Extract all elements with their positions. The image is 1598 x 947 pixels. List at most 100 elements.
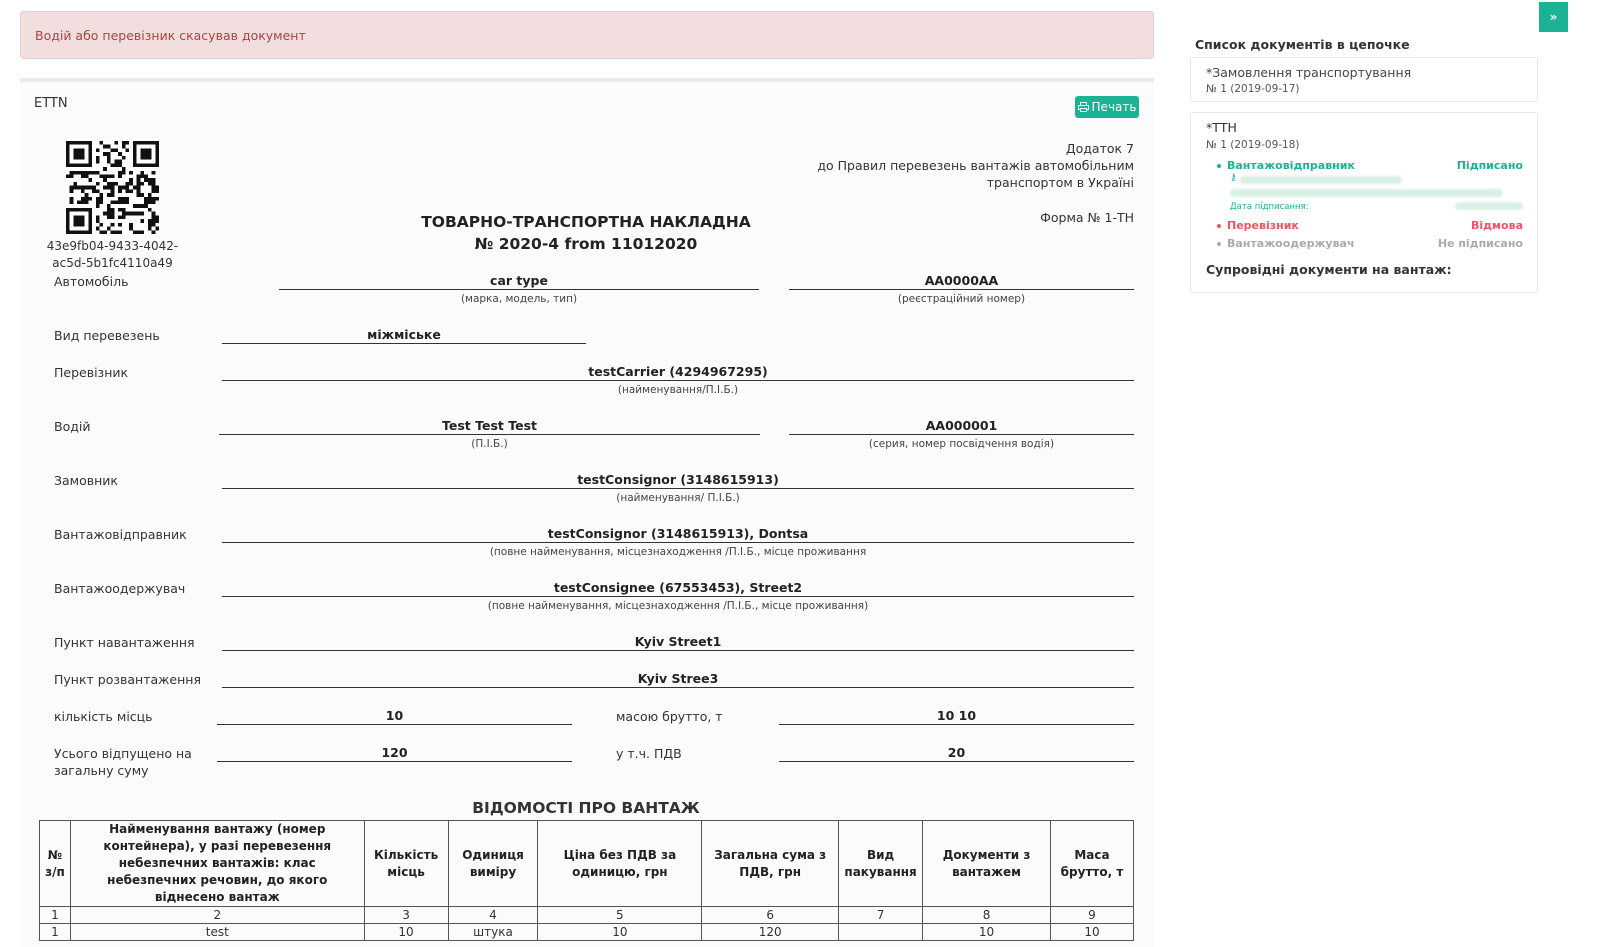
key-icon: ⚷ (1230, 173, 1237, 183)
table-cell: 10 (1049, 923, 1135, 941)
vat-value: 20 (779, 745, 1134, 762)
appendix-line-1: Додаток 7 (1065, 141, 1134, 156)
bullet-icon (1217, 223, 1221, 228)
signer-name: Вантажоодержувач (1217, 237, 1355, 250)
consignor-label: Вантажовідправник (54, 527, 187, 542)
signature-hash-redacted (1230, 189, 1503, 197)
cargo-header-cell: Ціна без ПДВ за одиницю, грн (537, 820, 703, 907)
carrier-label: Перевізник (54, 365, 129, 380)
cargo-table: № з/п Найменування вантажу (номер контей… (39, 820, 1135, 941)
bullet-icon (1217, 163, 1221, 168)
total-value: 120 (217, 745, 572, 762)
cargo-header-cell: Вид пакування (838, 820, 924, 907)
transport-type-label: Вид перевезень (54, 328, 160, 343)
cancel-alert: Водій або перевізник скасував документ (20, 11, 1154, 59)
driver-sub: (П.І.Б.) (471, 438, 508, 450)
vehicle-sub: (марка, модель, тип) (460, 293, 578, 305)
sign-date-label: Дата підписання: (1230, 202, 1309, 212)
chain-doc-ttn[interactable]: *ТТН № 1 (2019-09-18) Вантажовідправник … (1190, 112, 1538, 293)
signer-consignor-name: Вантажовідправник (1227, 159, 1355, 172)
gross-value: 10 10 (779, 708, 1134, 725)
bullet-icon (1217, 241, 1221, 246)
signer-consignee: Вантажоодержувач Не підписано (1217, 237, 1523, 250)
sidebar-toggle-button[interactable]: » (1539, 2, 1568, 32)
chain-doc-order-sub: № 1 (2019-09-17) (1206, 83, 1300, 95)
accompanying-docs-title: Супровідні документи на вантаж: (1206, 262, 1452, 277)
cargo-header-cell: № з/п (39, 820, 71, 907)
signer-consignor-status: Підписано (1456, 159, 1523, 172)
consignor-sub: (повне найменування, місцезнаходження /П… (489, 546, 867, 558)
cargo-header-cell: Кількість місць (363, 820, 449, 907)
signer-name: Вантажовідправник (1217, 159, 1355, 172)
signer-carrier-status: Відмова (1471, 219, 1523, 232)
qr-code-icon (66, 141, 159, 234)
table-cell: 10 (363, 923, 449, 941)
cargo-header-cell: Загальна сума з ПДВ, грн (701, 820, 840, 907)
signature-key-redacted (1240, 176, 1402, 184)
print-button[interactable]: Печать (1075, 96, 1139, 118)
carrier-value: testCarrier (4294967295) (222, 364, 1134, 381)
license-value: AA000001 (789, 418, 1134, 435)
table-cell: 4 (447, 906, 539, 924)
signer-name: Перевізник (1217, 219, 1299, 232)
table-cell: 6 (701, 906, 840, 924)
table-cell: 9 (1049, 906, 1135, 924)
print-label: Печать (1091, 100, 1137, 114)
table-cell: 3 (363, 906, 449, 924)
table-cell: 10 (922, 923, 1051, 941)
printer-icon (1077, 102, 1089, 112)
consignee-sub: (повне найменування, місцезнаходження /П… (487, 600, 869, 612)
driver-label: Водій (54, 419, 91, 434)
transport-type-value: міжміське (222, 327, 586, 344)
chain-doc-ttn-sub: № 1 (2019-09-18) (1206, 139, 1300, 151)
appendix-line-3: транспортом в Україні (986, 175, 1134, 190)
cargo-index-row: 1 2 3 4 5 6 7 8 9 (39, 906, 1135, 924)
consignor-value: testConsignor (3148615913), Dontsa (222, 526, 1134, 543)
cargo-header-cell: Документи з вантажем (922, 820, 1051, 907)
chain-doc-order-title[interactable]: *Замовлення транспортування (1206, 65, 1411, 80)
cargo-header-row: № з/п Найменування вантажу (номер контей… (39, 820, 1135, 907)
document-title: ТОВАРНО-ТРАНСПОРТНА НАКЛАДНА № 2020-4 fr… (386, 211, 786, 255)
cargo-section-title: ВІДОМОСТІ ПРО ВАНТАЖ (472, 799, 700, 817)
consignee-label: Вантажоодержувач (54, 581, 186, 596)
table-cell: test (69, 923, 365, 941)
signer-consignee-name: Вантажоодержувач (1227, 237, 1355, 250)
signer-carrier-name: Перевізник (1227, 219, 1299, 232)
chain-doc-order[interactable]: *Замовлення транспортування № 1 (2019-09… (1190, 57, 1538, 102)
vat-label: у т.ч. ПДВ (616, 746, 682, 761)
cargo-header-cell: Маса брутто, т (1049, 820, 1135, 907)
table-row: 1 test 10 штука 10 120 10 10 (39, 923, 1135, 941)
customer-value: testConsignor (3148615913) (222, 472, 1134, 489)
gross-label: масою брутто, т (616, 709, 723, 724)
chain-doc-ttn-title[interactable]: *ТТН (1206, 120, 1237, 135)
loading-label: Пункт навантаження (54, 635, 195, 650)
license-sub: (серия, номер посвідчення водія) (868, 438, 1055, 450)
customer-sub: (найменування/ П.І.Б.) (616, 492, 740, 504)
table-cell: 10 (537, 923, 703, 941)
appendix-note: Додаток 7 до Правил перевезень вантажів … (814, 140, 1134, 191)
table-cell: 8 (922, 906, 1051, 924)
consignee-value: testConsignee (67553453), Street2 (222, 580, 1134, 597)
table-cell: 1 (39, 923, 71, 941)
signer-consignee-status: Не підписано (1437, 237, 1523, 250)
vehicle-value: car type (279, 273, 759, 290)
appendix-line-2: до Правил перевезень вантажів автомобіль… (817, 158, 1134, 173)
driver-value: Test Test Test (219, 418, 760, 435)
registration-sub: (реєстраційний номер) (897, 293, 1026, 305)
panel-title: ETTN (34, 96, 68, 111)
loading-value: Kyiv Street1 (222, 634, 1134, 651)
cargo-header-cell: Одиниця виміру (447, 820, 539, 907)
table-cell: 7 (838, 906, 924, 924)
document-uuid: 43e9fb04-9433-4042-ac5d-5b1fc4110a49 (46, 239, 179, 270)
cargo-header-cell: Найменування вантажу (номер контейнера),… (69, 820, 365, 907)
customer-label: Замовник (54, 473, 118, 488)
sign-date-redacted (1455, 202, 1523, 210)
carrier-sub: (найменування/П.І.Б.) (617, 384, 739, 396)
chain-list-title: Список документів в цепочке (1195, 37, 1410, 52)
unloading-value: Kyiv Stree3 (222, 671, 1134, 688)
total-label: Усього відпущено на загальну суму (54, 745, 204, 779)
registration-value: AA0000AA (789, 273, 1134, 290)
places-label: кількість місць (54, 709, 153, 724)
table-cell: штука (447, 923, 539, 941)
signer-consignor: Вантажовідправник Підписано (1217, 159, 1523, 172)
